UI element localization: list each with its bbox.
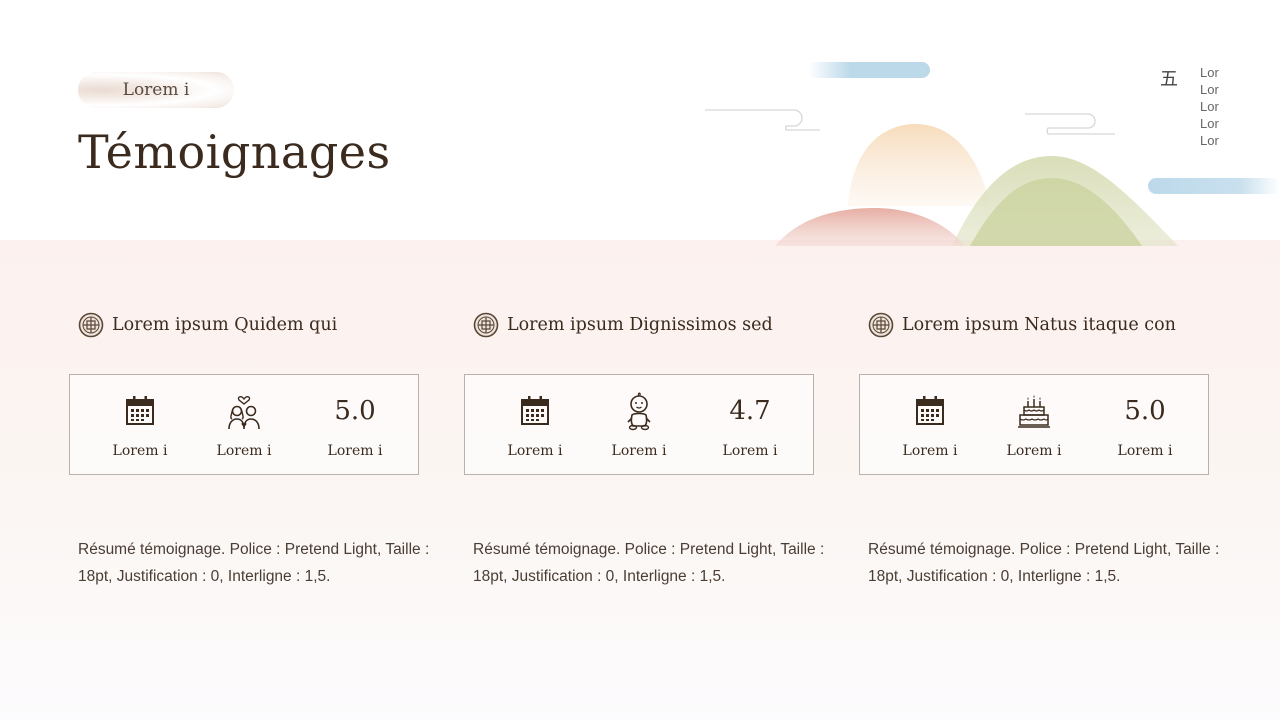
- side-menu-item[interactable]: Lor: [1200, 132, 1219, 149]
- stats-box: Lorem i Lorem i 4.7 Lorem i: [464, 374, 814, 475]
- testimonial-summary: Résumé témoignage. Police : Pretend Ligh…: [78, 541, 430, 585]
- testimonial-heading: Lorem ipsum Quidem qui: [112, 315, 338, 335]
- stat-label: Lorem i: [722, 443, 778, 459]
- stat-item: Lorem i: [189, 375, 299, 476]
- testimonial-card: Lorem ipsum Natus itaque con Lorem i Lor: [859, 310, 1238, 585]
- calendar-icon: [521, 396, 549, 425]
- testimonial-summary: Résumé témoignage. Police : Pretend Ligh…: [473, 541, 825, 585]
- side-menu: Lor Lor Lor Lor Lor: [1200, 64, 1219, 149]
- calendar-icon: [126, 396, 154, 425]
- side-glyph: 五: [1160, 69, 1178, 90]
- stat-item: Lorem i: [584, 375, 694, 476]
- calendar-icon: [916, 396, 944, 425]
- testimonial-heading: Lorem ipsum Dignissimos sed: [507, 315, 773, 335]
- cloud-bar: [808, 62, 930, 78]
- stat-item: 5.0 Lorem i: [300, 375, 410, 476]
- hill-pink: [775, 208, 965, 246]
- rating-value: 5.0: [334, 396, 376, 426]
- testimonial-card: Lorem ipsum Quidem qui Lorem i Lorem i 5…: [69, 310, 448, 585]
- page-title: Témoignages: [78, 125, 391, 179]
- testimonial-summary: Résumé témoignage. Police : Pretend Ligh…: [868, 541, 1220, 585]
- stat-item: 4.7 Lorem i: [695, 375, 805, 476]
- section-pill-label: Lorem i: [122, 80, 190, 100]
- side-menu-item[interactable]: Lor: [1200, 115, 1219, 132]
- side-menu-item[interactable]: Lor: [1200, 98, 1219, 115]
- stats-box: Lorem i Lorem i 5.0 Lorem i: [859, 374, 1209, 475]
- side-menu-item[interactable]: Lor: [1200, 81, 1219, 98]
- baby-icon: [627, 392, 651, 431]
- stat-item: Lorem i: [480, 375, 590, 476]
- stat-label: Lorem i: [902, 443, 958, 459]
- stat-item: Lorem i: [979, 375, 1089, 476]
- couple-heart-icon: [228, 396, 260, 430]
- stat-label: Lorem i: [327, 443, 383, 459]
- stat-label: Lorem i: [507, 443, 563, 459]
- stats-box: Lorem i Lorem i 5.0 Lorem i: [69, 374, 419, 475]
- stat-item: Lorem i: [85, 375, 195, 476]
- rating-value: 4.7: [729, 396, 771, 426]
- cloud-bar: [1148, 178, 1280, 194]
- rating-value: 5.0: [1124, 396, 1166, 426]
- birthday-cake-icon: [1018, 395, 1050, 428]
- stat-label: Lorem i: [611, 443, 667, 459]
- ornament-coin-icon: [78, 312, 104, 338]
- ornament-coin-icon: [868, 312, 894, 338]
- stat-label: Lorem i: [112, 443, 168, 459]
- side-menu-item[interactable]: Lor: [1200, 64, 1219, 81]
- ornament-coin-icon: [473, 312, 499, 338]
- stat-label: Lorem i: [1006, 443, 1062, 459]
- hills-landscape-illustration: [705, 62, 1280, 246]
- testimonial-heading: Lorem ipsum Natus itaque con: [902, 315, 1176, 335]
- stat-label: Lorem i: [216, 443, 272, 459]
- stat-item: Lorem i: [875, 375, 985, 476]
- stat-label: Lorem i: [1117, 443, 1173, 459]
- stat-item: 5.0 Lorem i: [1090, 375, 1200, 476]
- section-pill: Lorem i: [78, 72, 234, 108]
- hill-peach: [848, 124, 990, 206]
- testimonial-card: Lorem ipsum Dignissimos sed Lorem i Lore…: [464, 310, 843, 585]
